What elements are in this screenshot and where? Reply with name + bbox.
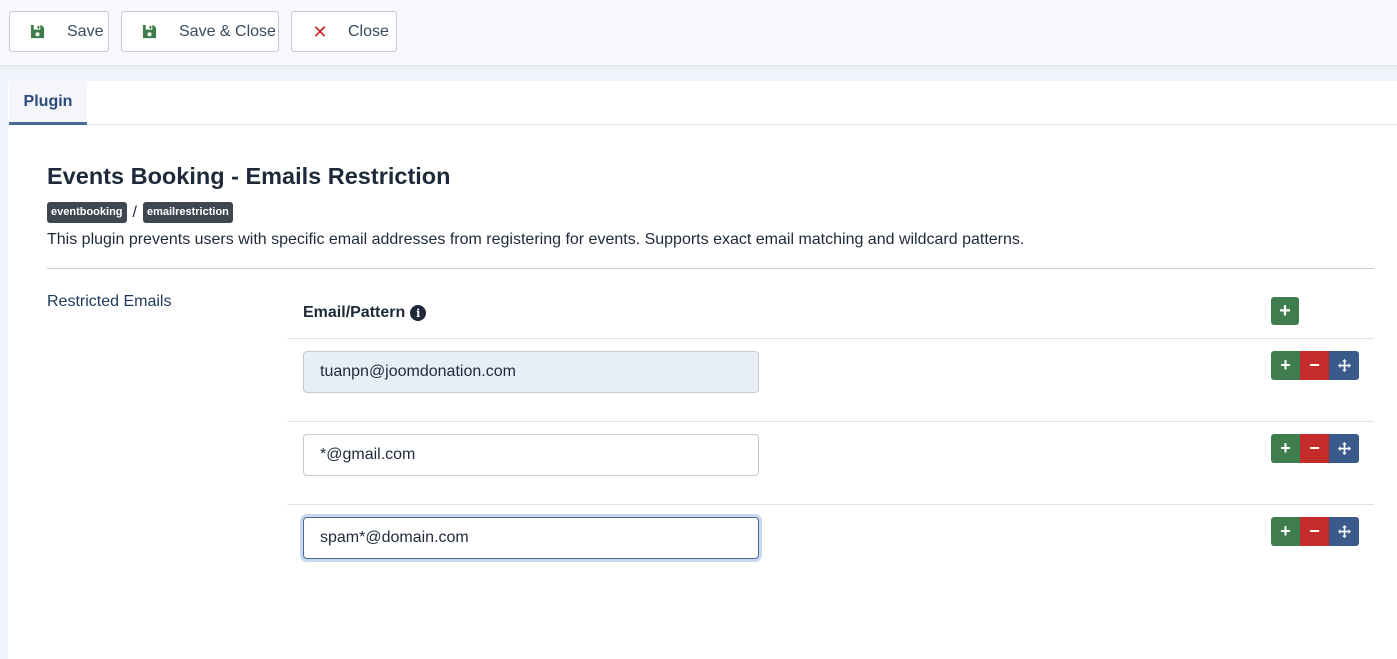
email-field[interactable]: [303, 351, 759, 393]
floppy-disk-icon: [141, 24, 157, 40]
add-after-button[interactable]: +: [1271, 351, 1300, 380]
add-row-button[interactable]: +: [1271, 297, 1299, 325]
close-button[interactable]: ✕ Close: [291, 11, 397, 52]
badge-separator: /: [132, 203, 137, 221]
remove-row-button[interactable]: −: [1300, 517, 1329, 546]
save-and-close-button[interactable]: Save & Close: [121, 11, 279, 52]
minus-icon: −: [1309, 355, 1320, 375]
table-row: + −: [287, 422, 1374, 505]
plus-icon: +: [1280, 355, 1291, 375]
close-label: Close: [348, 22, 389, 40]
add-after-button[interactable]: +: [1271, 517, 1300, 546]
plus-icon: +: [1279, 299, 1291, 322]
table-row: + −: [287, 505, 1374, 588]
floppy-disk-icon: [29, 24, 45, 40]
element-badge: emailrestriction: [142, 202, 233, 223]
toolbar: Save Save & Close ✕ Close: [0, 0, 1397, 66]
page-title: Events Booking - Emails Restriction: [47, 163, 451, 189]
email-field[interactable]: [303, 517, 759, 559]
tab-bar: Plugin: [8, 81, 1397, 125]
row-actions: + −: [1271, 351, 1359, 380]
move-row-handle[interactable]: [1329, 434, 1359, 463]
save-label: Save: [67, 22, 104, 40]
plugin-panel: Plugin Events Booking - Emails Restricti…: [0, 81, 1397, 659]
plugin-description: This plugin prevents users with specific…: [47, 231, 1025, 248]
group-badge: eventbooking: [47, 202, 127, 223]
restricted-emails-label: Restricted Emails: [47, 293, 172, 310]
divider: [47, 268, 1374, 269]
move-arrows-icon: [1337, 442, 1351, 455]
info-icon[interactable]: i: [410, 305, 427, 321]
save-button[interactable]: Save: [9, 11, 109, 52]
plus-icon: +: [1280, 521, 1291, 541]
tab-plugin[interactable]: Plugin: [9, 81, 87, 125]
plus-icon: +: [1280, 438, 1291, 458]
minus-icon: −: [1309, 438, 1320, 458]
column-header: Email/Pattern i: [303, 304, 427, 322]
plugin-badges: eventbooking / emailrestriction: [47, 202, 233, 223]
minus-icon: −: [1309, 521, 1320, 541]
move-row-handle[interactable]: [1329, 517, 1359, 546]
add-after-button[interactable]: +: [1271, 434, 1300, 463]
row-actions: + −: [1271, 517, 1359, 546]
column-header-label: Email/Pattern: [303, 304, 406, 321]
remove-row-button[interactable]: −: [1300, 434, 1329, 463]
x-icon: ✕: [312, 21, 328, 42]
row-actions: + −: [1271, 434, 1359, 463]
email-field[interactable]: [303, 434, 759, 476]
move-arrows-icon: [1337, 359, 1351, 372]
table-row: + −: [287, 339, 1374, 422]
remove-row-button[interactable]: −: [1300, 351, 1329, 380]
save-and-close-label: Save & Close: [179, 22, 276, 40]
move-arrows-icon: [1337, 525, 1351, 538]
move-row-handle[interactable]: [1329, 351, 1359, 380]
